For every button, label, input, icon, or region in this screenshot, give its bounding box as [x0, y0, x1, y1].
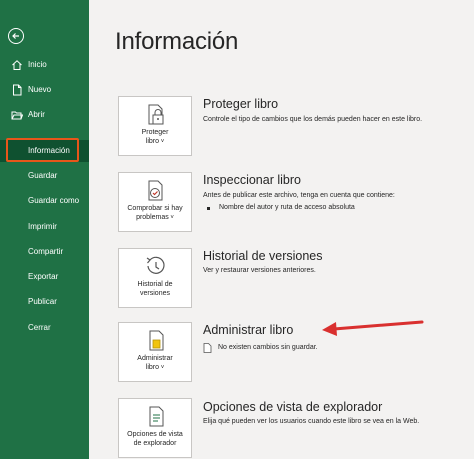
section-desc-manage: No existen cambios sin guardar. — [218, 344, 318, 351]
sidebar-item-exportar[interactable]: Exportar — [0, 266, 89, 288]
section-desc-history: Ver y restaurar versiones anteriores. — [203, 267, 316, 274]
page-title: Información — [115, 28, 239, 55]
section-desc-browser: Elija qué pueden ver los usuarios cuando… — [203, 418, 420, 425]
document-icon — [203, 343, 212, 353]
sidebar-item-cerrar[interactable]: Cerrar — [0, 317, 89, 339]
section-title-manage: Administrar libro — [203, 323, 294, 337]
sidebar-item-abrir[interactable]: Abrir — [0, 104, 89, 126]
history-icon — [146, 256, 165, 274]
section-desc-protect: Controle el tipo de cambios que los demá… — [203, 116, 423, 123]
section-title-history: Historial de versiones — [203, 249, 323, 263]
chevron-down-icon: ˅ — [168, 215, 174, 221]
lock-document-icon — [148, 104, 164, 125]
section-title-browser: Opciones de vista de explorador — [203, 400, 383, 414]
new-document-icon — [13, 84, 22, 96]
folder-open-icon — [11, 111, 23, 120]
manage-workbook-icon — [149, 330, 164, 351]
arrow-left-icon — [12, 33, 19, 39]
sidebar-item-compartir[interactable]: Compartir — [0, 241, 89, 263]
browser-view-options-button[interactable]: Opciones de vista de explorador — [118, 398, 192, 458]
chevron-down-icon: ˅ — [159, 365, 165, 371]
sidebar-item-imprimir[interactable]: Imprimir — [0, 216, 89, 238]
check-document-icon — [148, 180, 163, 201]
list-item: Nombre del autor y ruta de acceso absolu… — [207, 204, 355, 211]
check-issues-button[interactable]: Comprobar si hay problemas ˅ — [118, 172, 192, 232]
sidebar-item-publicar[interactable]: Publicar — [0, 291, 89, 313]
chevron-down-icon: ˅ — [159, 139, 165, 145]
section-desc-inspect: Antes de publicar este archivo, tenga en… — [203, 192, 395, 199]
home-icon — [12, 60, 22, 70]
highlight-box — [6, 138, 79, 162]
section-title-inspect: Inspeccionar libro — [203, 173, 301, 187]
section-title-protect: Proteger libro — [203, 97, 279, 111]
browser-view-icon — [149, 406, 164, 427]
sidebar-item-guardar[interactable]: Guardar — [0, 165, 89, 187]
annotation-arrow — [322, 320, 424, 336]
sidebar-item-guardar-como[interactable]: Guardar como — [0, 190, 89, 212]
backstage-sidebar: Inicio Nuevo Abrir Información Guardar G… — [0, 0, 89, 459]
back-button[interactable] — [8, 28, 24, 44]
sidebar-item-nuevo[interactable]: Nuevo — [0, 79, 89, 101]
protect-workbook-button[interactable]: Proteger libro ˅ — [118, 96, 192, 156]
version-history-button[interactable]: Historial de versiones — [118, 248, 192, 308]
sidebar-item-inicio[interactable]: Inicio — [0, 54, 89, 76]
manage-workbook-button[interactable]: Administrar libro ˅ — [118, 322, 192, 382]
